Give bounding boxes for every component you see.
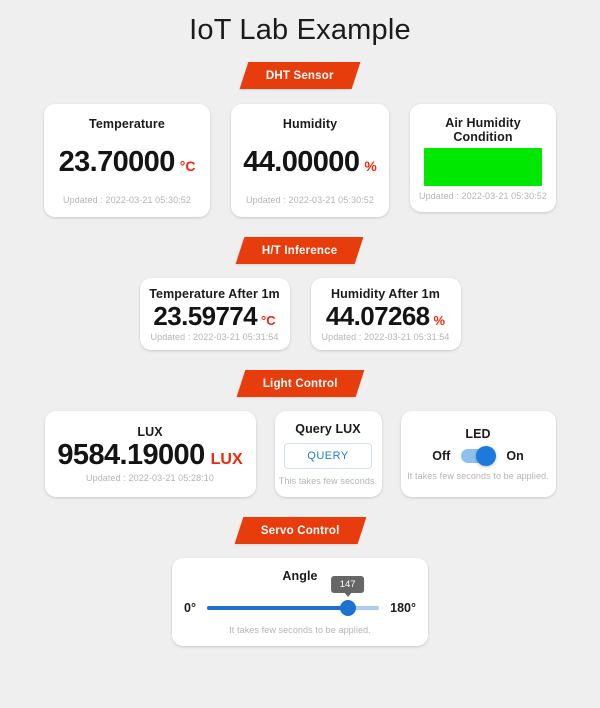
humidity-updated-timestamp: Updated : 2022-03-21 05:30:52 [246,194,374,205]
card-lux: LUX 9584.19000 LUX Updated : 2022-03-21 … [44,410,256,497]
angle-slider-thumb[interactable] [339,600,356,617]
card-led: LED Off On It takes few seconds to be ap… [400,410,556,497]
angle-max-label: 180° [390,601,416,616]
page-title: IoT Lab Example [189,14,411,46]
query-lux-button[interactable]: QUERY [284,443,372,470]
condition-updated-timestamp: Updated : 2022-03-21 05:30:52 [419,190,547,201]
angle-slider-fill [206,606,348,611]
servo-control-card-row: Angle 0° 147 180° It takes few seconds t… [0,557,600,646]
temperature-updated-timestamp: Updated : 2022-03-21 05:30:52 [63,194,191,205]
section-badge-servo-control: Servo Control [0,516,600,544]
air-humidity-status-indicator [424,148,542,187]
badge-shape-servo: Servo Control [234,516,366,544]
angle-slider-tooltip: 147 [330,576,365,598]
lux-unit: LUX [210,451,243,469]
angle-min-label: 0° [184,601,196,616]
led-toggle-knob [476,446,497,467]
inference-temperature-value: 23.59774 [153,301,258,331]
card-title-lux: LUX [137,425,163,440]
inference-temperature-value-line: 23.59774 °C [153,302,275,331]
led-switch-row: Off On [432,446,524,467]
inference-card-row: Temperature After 1m 23.59774 °C Updated… [0,277,600,350]
card-title-humidity-after-1m: Humidity After 1m [331,287,440,301]
lux-updated-timestamp: Updated : 2022-03-21 05:28:10 [86,473,214,484]
dht-sensor-card-row: Temperature 23.70000 °C Updated : 2022-0… [0,103,600,217]
card-query-lux: Query LUX QUERY This takes few seconds. [274,410,382,497]
temperature-value: 23.70000 [58,145,176,178]
card-temperature-after-1m: Temperature After 1m 23.59774 °C Updated… [139,277,290,350]
servo-hint: It takes few seconds to be applied. [229,625,371,636]
section-badge-label-servo: Servo Control [260,524,340,537]
humidity-unit: % [364,157,377,174]
card-title-query-lux: Query LUX [295,422,361,437]
badge-shape-inference: H/T Inference [235,236,365,264]
card-air-humidity-condition: Air Humidity Condition Updated : 2022-03… [410,103,556,212]
card-humidity-after-1m: Humidity After 1m 44.07268 % Updated : 2… [310,277,461,350]
inference-humidity-unit: % [433,313,446,328]
led-hint: It takes few seconds to be applied. [407,471,549,482]
card-title-angle: Angle [282,569,318,584]
section-badge-dht-sensor: DHT Sensor [0,61,600,89]
temperature-unit: °C [179,157,196,174]
iot-dashboard-page: IoT Lab Example DHT Sensor Temperature 2… [0,0,600,708]
humidity-value-line: 44.00000 % [243,145,377,179]
inference-humidity-value-line: 44.07268 % [326,302,445,331]
angle-slider-row: 0° 147 180° [184,576,416,617]
temperature-value-line: 23.70000 °C [58,145,196,179]
section-badge-light-control: Light Control [0,369,600,397]
lux-value-line: 9584.19000 LUX [57,439,243,472]
section-badge-ht-inference: H/T Inference [0,236,600,264]
badge-shape-light: Light Control [236,369,364,397]
led-toggle-switch[interactable] [461,446,497,467]
inference-humidity-updated-timestamp: Updated : 2022-03-21 05:31:54 [321,331,450,342]
card-title-temperature: Temperature [89,116,165,131]
inference-temperature-unit: °C [261,313,276,328]
badge-shape-dht: DHT Sensor [239,61,361,89]
humidity-value: 44.00000 [243,145,360,178]
light-control-card-row: LUX 9584.19000 LUX Updated : 2022-03-21 … [0,410,600,497]
inference-humidity-value: 44.07268 [325,301,430,331]
card-title-temperature-after-1m: Temperature After 1m [149,287,280,301]
led-off-label: Off [432,449,451,464]
card-title-humidity: Humidity [282,116,338,131]
section-badge-label-light: Light Control [262,377,338,390]
card-temperature: Temperature 23.70000 °C Updated : 2022-0… [44,103,210,217]
led-on-label: On [506,449,524,464]
section-badge-label-dht: DHT Sensor [265,69,334,82]
card-servo-angle: Angle 0° 147 180° It takes few seconds t… [172,557,428,646]
query-lux-hint: This takes few seconds. [278,476,378,487]
angle-slider[interactable]: 147 [206,576,380,617]
card-title-air-humidity-condition: Air Humidity Condition [445,115,521,144]
inference-temperature-updated-timestamp: Updated : 2022-03-21 05:31:54 [150,331,279,342]
card-humidity: Humidity 44.00000 % Updated : 2022-03-21… [231,103,389,217]
card-title-led: LED [465,427,491,442]
section-badge-label-inference: H/T Inference [262,244,338,257]
lux-value: 9584.19000 [57,439,205,472]
